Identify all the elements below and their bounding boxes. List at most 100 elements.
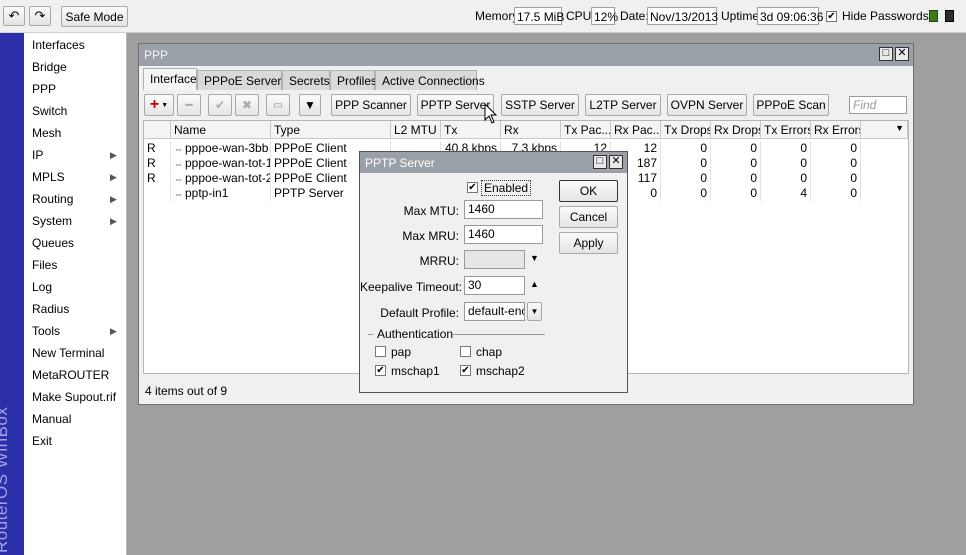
ppp-interface-icon: ⇔ — [174, 189, 183, 199]
filter-button[interactable]: ▼ — [299, 94, 321, 116]
sidebar-item-metarouter[interactable]: MetaROUTER — [32, 368, 109, 382]
sidebar-item-bridge[interactable]: Bridge — [32, 60, 67, 74]
sidebar-item-ip[interactable]: IP — [32, 148, 43, 162]
dialog-close-button[interactable]: ✕ — [609, 155, 623, 169]
auth-divider-left — [368, 334, 373, 335]
submenu-arrow-icon: ▶ — [110, 216, 117, 226]
table-cell: 0 — [711, 186, 761, 201]
table-cell: 4 — [761, 186, 811, 201]
default-profile-label: Default Profile: — [380, 306, 459, 320]
memory-value: 17.5 MiB — [514, 7, 564, 25]
sidebar-item-files[interactable]: Files — [32, 258, 57, 272]
max-mru-input[interactable]: 1460 — [464, 225, 543, 244]
dialog-titlebar[interactable]: PPTP Server □ ✕ — [360, 152, 627, 173]
sidebar-item-make-supout-rif[interactable]: Make Supout.rif — [32, 390, 116, 404]
keepalive-input[interactable]: 30 — [464, 276, 525, 295]
sidebar-item-tools[interactable]: Tools — [32, 324, 60, 338]
pppoe-scan-button[interactable]: PPPoE Scan — [753, 94, 829, 116]
column-header[interactable]: Name — [171, 121, 271, 139]
tab-pppoe-servers[interactable]: PPPoE Servers — [197, 70, 287, 90]
comment-button[interactable]: ▭ — [266, 94, 290, 116]
safe-mode-button[interactable]: Safe Mode — [61, 6, 128, 27]
column-chooser-button[interactable]: ▼ — [861, 121, 908, 139]
default-profile-select[interactable]: default-encr — [464, 302, 525, 321]
ok-button[interactable]: OK — [559, 180, 618, 202]
ppp-window-titlebar[interactable]: PPP □ ✕ — [139, 44, 913, 66]
hide-passwords-checkbox[interactable]: ✔ — [826, 11, 837, 22]
keepalive-up-arrow-icon[interactable]: ▲ — [530, 279, 539, 289]
brand-logo-text: RouterOS WinBox — [0, 406, 11, 553]
sidebar-item-new-terminal[interactable]: New Terminal — [32, 346, 104, 360]
add-button[interactable]: + ▼ — [144, 94, 174, 116]
mschap2-checkbox[interactable]: ✔ — [460, 365, 471, 376]
ovpn-server-button[interactable]: OVPN Server — [667, 94, 747, 116]
table-cell: ⇔ pptp-in1 — [171, 186, 271, 201]
tab-active-connections[interactable]: Active Connections — [375, 70, 485, 90]
sidebar-item-ppp[interactable]: PPP — [32, 82, 56, 96]
table-cell: R — [144, 141, 171, 156]
column-header[interactable]: Tx Drops — [661, 121, 711, 139]
mrru-input[interactable] — [464, 250, 525, 269]
tab-profiles[interactable]: Profiles — [330, 70, 377, 90]
pap-checkbox[interactable] — [375, 346, 386, 357]
item-count-text: 4 items out of 9 — [145, 384, 228, 398]
table-cell — [144, 186, 171, 201]
sidebar-item-interfaces[interactable]: Interfaces — [32, 38, 85, 52]
max-mtu-input[interactable]: 1460 — [464, 200, 543, 219]
dialog-maximize-button[interactable]: □ — [593, 155, 607, 169]
sidebar-item-switch[interactable]: Switch — [32, 104, 67, 118]
ppp-scanner-button[interactable]: PPP Scanner — [331, 94, 411, 116]
remove-button[interactable]: ━ — [177, 94, 201, 116]
sidebar-item-radius[interactable]: Radius — [32, 302, 69, 316]
l2tp-server-button[interactable]: L2TP Server — [585, 94, 661, 116]
tab-interface[interactable]: Interface — [143, 68, 197, 90]
column-header[interactable]: Tx Pac... — [561, 121, 611, 139]
column-header[interactable]: Rx — [501, 121, 561, 139]
sidebar-item-log[interactable]: Log — [32, 280, 52, 294]
submenu-arrow-icon: ▶ — [110, 194, 117, 204]
column-header[interactable]: Type — [271, 121, 391, 139]
close-button[interactable]: ✕ — [895, 47, 909, 61]
sstp-server-button[interactable]: SSTP Server — [501, 94, 579, 116]
column-header[interactable] — [144, 121, 171, 139]
column-header[interactable]: Rx Drops — [711, 121, 761, 139]
chap-checkbox[interactable] — [460, 346, 471, 357]
default-profile-dropdown-icon[interactable]: ▼ — [527, 302, 542, 321]
sidebar-item-mpls[interactable]: MPLS — [32, 170, 65, 184]
enabled-checkbox[interactable]: ✔ — [467, 182, 478, 193]
comment-icon: ▭ — [273, 99, 283, 111]
column-header[interactable]: Rx Errors — [811, 121, 861, 139]
tab-secrets[interactable]: Secrets — [282, 70, 330, 90]
table-cell: 0 — [661, 171, 711, 186]
column-header[interactable]: Tx Errors — [761, 121, 811, 139]
submenu-arrow-icon: ▶ — [110, 150, 117, 160]
sidebar-item-queues[interactable]: Queues — [32, 236, 74, 250]
mrru-dropdown-arrow-icon[interactable]: ▼ — [530, 253, 539, 263]
column-header[interactable]: L2 MTU — [391, 121, 441, 139]
enable-button[interactable]: ✔ — [208, 94, 232, 116]
date-label: Date: — [620, 9, 649, 23]
ppp-window-title: PPP — [144, 48, 169, 62]
disable-button[interactable]: ✖ — [235, 94, 259, 116]
filter-icon: ▼ — [304, 98, 316, 112]
table-cell: R — [144, 171, 171, 186]
table-cell-name: pppoe-wan-tot-1 — [185, 156, 271, 170]
sidebar-item-system[interactable]: System — [32, 214, 72, 228]
redo-button[interactable]: ↷ — [29, 6, 51, 26]
table-cell: 0 — [811, 141, 861, 156]
sidebar-item-exit[interactable]: Exit — [32, 434, 52, 448]
pptp-server-button[interactable]: PPTP Server — [417, 94, 494, 116]
sidebar-item-mesh[interactable]: Mesh — [32, 126, 61, 140]
apply-button[interactable]: Apply — [559, 232, 618, 254]
mschap1-label: mschap1 — [391, 364, 440, 378]
find-input[interactable]: Find — [849, 96, 907, 114]
maximize-button[interactable]: □ — [879, 47, 893, 61]
column-menu-arrow-icon: ▼ — [895, 123, 904, 133]
sidebar-item-manual[interactable]: Manual — [32, 412, 71, 426]
column-header[interactable]: Rx Pac... — [611, 121, 661, 139]
cancel-button[interactable]: Cancel — [559, 206, 618, 228]
mschap1-checkbox[interactable]: ✔ — [375, 365, 386, 376]
table-cell: 0 — [811, 171, 861, 186]
sidebar-item-routing[interactable]: Routing — [32, 192, 73, 206]
undo-button[interactable]: ↶ — [3, 6, 25, 26]
